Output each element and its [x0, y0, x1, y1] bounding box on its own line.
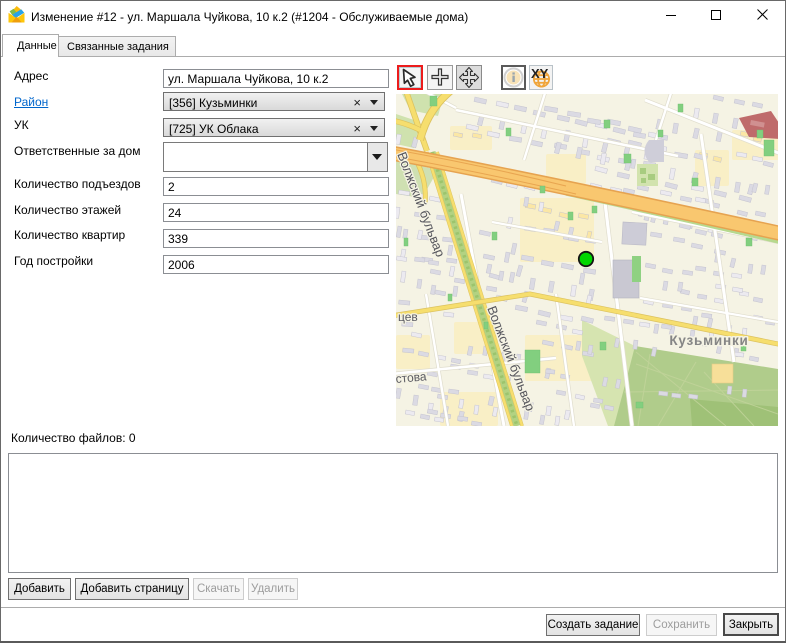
svg-text:XY: XY	[531, 66, 549, 81]
svg-text:Кузьминки: Кузьминки	[669, 333, 748, 348]
svg-text:цев: цев	[398, 310, 418, 324]
svg-text:стова: стова	[396, 369, 427, 386]
